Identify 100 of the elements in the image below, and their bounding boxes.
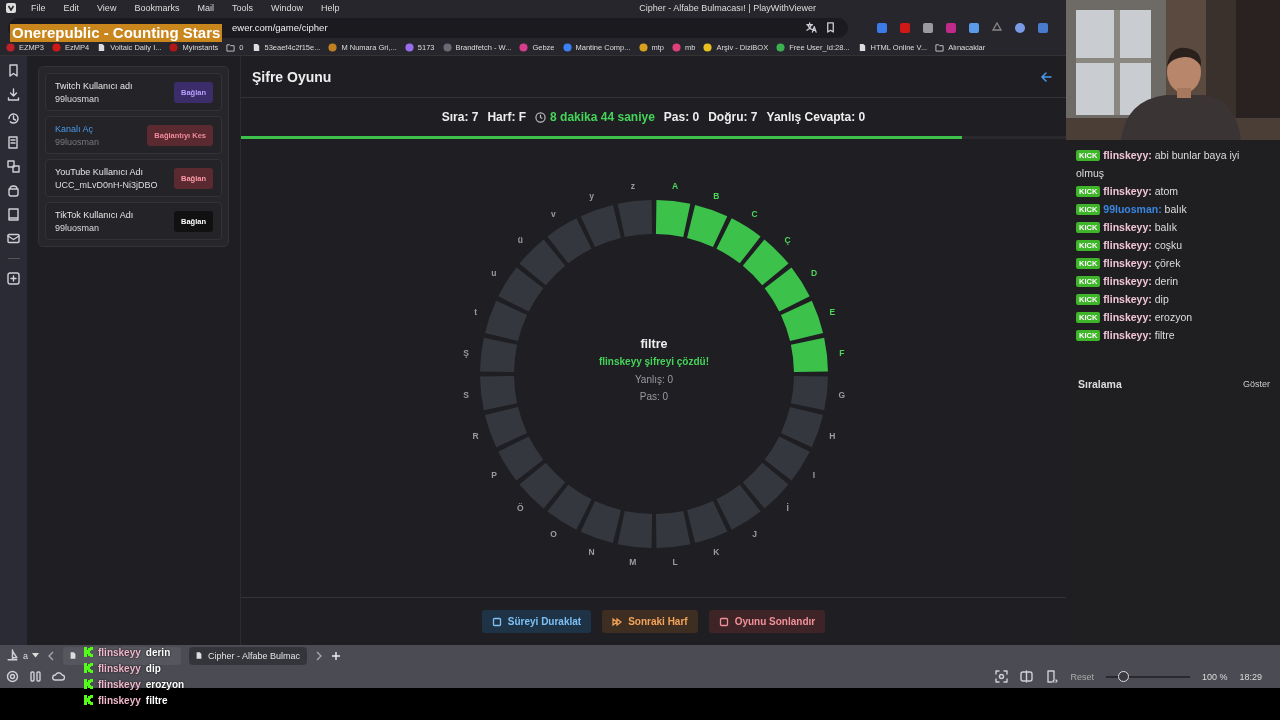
fast-forward-icon (612, 616, 623, 627)
stop-icon (491, 616, 502, 627)
letter-label: İ (785, 502, 789, 513)
overlay-message: derin (145, 646, 171, 658)
menu-item[interactable]: View (88, 2, 126, 13)
window-title: Cipher - Alfabe Bulmacası! | PlayWithViewer (639, 2, 816, 13)
clock-text: 18:29 (1239, 671, 1262, 682)
letter-label: I (812, 469, 815, 480)
browser-tab[interactable]: Cipher - Alfabe Bulmac (189, 646, 307, 665)
bookmark-icon[interactable] (7, 64, 20, 77)
username-field[interactable]: 99luosman (55, 222, 174, 233)
menu-item[interactable]: Help (311, 2, 349, 13)
letter-label: G (838, 390, 845, 401)
download-icon[interactable] (7, 88, 20, 101)
notes-icon[interactable] (7, 136, 20, 149)
letter-label: M (628, 556, 636, 567)
settings-icon[interactable] (6, 670, 19, 683)
section-title: Sıralama (1078, 378, 1122, 390)
letter-label: ü (517, 235, 523, 246)
letter-label: C (751, 208, 758, 219)
field-label: YouTube Kullanıcı Adı (55, 166, 144, 177)
letter-label: v (550, 208, 556, 219)
clock-icon (535, 111, 547, 123)
pause-timer-button[interactable]: Süreyi Duraklat (481, 610, 592, 633)
letter-label: Ö (516, 502, 524, 513)
back-arrow-icon[interactable] (1040, 70, 1052, 83)
overlay-message: erozyon (145, 678, 185, 690)
timer-text: 8 dakika 44 saniye (550, 110, 655, 124)
reset-button[interactable]: Reset (1070, 671, 1094, 682)
extension-icon[interactable] (1014, 21, 1026, 34)
letter-label: L (672, 556, 678, 567)
stat-text: Pas: 0 (663, 110, 700, 124)
overlay-message: filtre (145, 694, 168, 706)
username-field[interactable]: UCC_mLvD0nH-Ni3jDBO (55, 179, 174, 190)
capture-icon[interactable] (995, 670, 1009, 683)
sailboat-icon (6, 649, 19, 662)
letter-label: z (630, 181, 635, 192)
new-tab-icon[interactable] (331, 650, 341, 661)
extension-icon[interactable] (876, 21, 888, 34)
username-text: 99luosman (55, 136, 101, 147)
folder-icon (226, 43, 236, 52)
page-code-icon[interactable] (1045, 670, 1059, 683)
letter-label: y (588, 190, 594, 201)
overlay-message: dip (145, 662, 161, 674)
page-icon (69, 651, 77, 660)
extension-icon[interactable] (991, 21, 1003, 34)
overlay-username: flinskeyy (98, 646, 141, 658)
page-icon (857, 43, 867, 52)
menu-item[interactable]: Mail (188, 2, 223, 13)
extension-icon[interactable] (945, 21, 957, 34)
app-logo-icon[interactable] (6, 2, 16, 13)
overlay-username: flinskeyy (98, 678, 141, 690)
add-panel-icon[interactable] (7, 272, 20, 285)
mail-icon[interactable] (7, 232, 20, 245)
caret-icon (32, 653, 39, 658)
slider-thumb[interactable] (1117, 670, 1129, 682)
letter-label: H (828, 431, 835, 442)
letter-label: E (829, 306, 835, 317)
bookmark-icon[interactable] (825, 22, 836, 33)
split-view-icon[interactable] (1020, 670, 1034, 683)
wrong-count: Yanlış: 0 (634, 374, 673, 385)
zoom-level: 100 % (1201, 671, 1228, 682)
solved-message: flinskeyy şifreyi çözdü! (598, 356, 709, 367)
letter-label: F (838, 347, 844, 358)
extension-icon[interactable] (899, 21, 911, 34)
kick-logo-icon (84, 679, 93, 689)
stop-icon (718, 616, 729, 627)
letter-label: J (751, 529, 757, 540)
book-icon[interactable] (7, 208, 20, 221)
letter-label: u (490, 268, 497, 279)
page-icon (195, 651, 203, 660)
letter-label: N (588, 547, 595, 558)
letter-label: A (671, 181, 678, 192)
letter-label: R (472, 431, 479, 442)
letter-label: B (712, 190, 719, 201)
letter-label: Ş (462, 347, 469, 358)
channel-link[interactable]: Kanalı Aç (55, 123, 148, 134)
menu-item[interactable]: Bookmarks (125, 2, 189, 13)
extension-icon[interactable] (1037, 21, 1049, 34)
profile-menu[interactable]: a (6, 649, 39, 662)
extension-icon[interactable] (922, 21, 934, 34)
kick-logo-icon (84, 647, 93, 657)
menu-item[interactable]: Edit (54, 2, 89, 13)
show-link[interactable]: Göster (1243, 379, 1270, 389)
answer-word: filtre (639, 337, 668, 351)
letter-label: t (473, 306, 477, 317)
menu-item[interactable]: File (22, 2, 55, 13)
end-game-button[interactable]: Oyunu Sonlandır (708, 610, 826, 633)
browser-tab[interactable] (63, 646, 181, 665)
kick-logo-icon (84, 663, 93, 673)
menu-item[interactable]: Window (261, 2, 312, 13)
username-field[interactable]: 99luosman (55, 93, 174, 104)
cloud-icon[interactable] (52, 670, 65, 683)
stat-text: Yanlış Cevapta: 0 (766, 110, 866, 124)
letter-label: K (712, 547, 719, 558)
pause-icon[interactable] (29, 670, 42, 683)
menu-item[interactable]: Tools (222, 2, 262, 13)
history-icon[interactable] (7, 112, 20, 125)
next-letter-button[interactable]: Sonraki Harf (602, 610, 698, 633)
extension-icon[interactable] (968, 21, 980, 34)
